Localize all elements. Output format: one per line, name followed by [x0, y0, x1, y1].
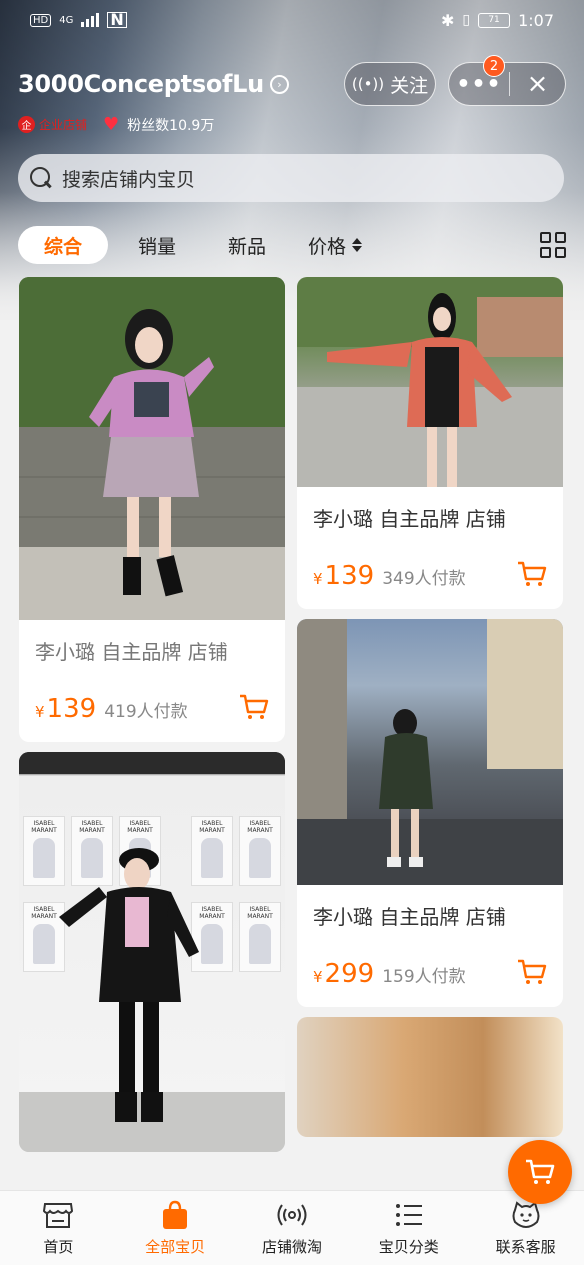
chevron-right-icon: ›	[269, 74, 289, 94]
model-photo	[297, 619, 563, 885]
status-bar: HD 4G N ✱ ▯ 71 1:07	[0, 0, 584, 40]
product-info: 李小璐 自主品牌 店铺 ¥ 139 419人付款	[19, 620, 285, 742]
product-card[interactable]: 李小璐 自主品牌 店铺 ¥ 139 419人付款	[19, 277, 285, 742]
search-placeholder: 搜索店铺内宝贝	[62, 168, 196, 191]
product-column-left: 李小璐 自主品牌 店铺 ¥ 139 419人付款 ISABEL MARANT I…	[19, 277, 285, 1162]
product-info: 李小璐 自主品牌 店铺 ¥ 299 159人付款	[297, 885, 563, 1007]
tab-price-label: 价格	[308, 235, 347, 258]
business-tag-label: 企业店铺	[39, 118, 88, 132]
signal-icon	[81, 13, 100, 27]
more-button[interactable]: •••	[449, 72, 509, 97]
sort-tabs: 综合 销量 新品 价格	[18, 224, 566, 266]
tab-price[interactable]: 价格	[308, 232, 363, 259]
broadcast-icon: ((•))	[351, 75, 385, 93]
add-to-cart-icon[interactable]	[517, 959, 547, 985]
sold-count: 419人付款	[104, 702, 188, 722]
product-title: 李小璐 自主品牌 店铺	[313, 905, 506, 929]
add-to-cart-icon[interactable]	[239, 694, 269, 720]
nav-label: 首页	[43, 1237, 74, 1256]
nav-label: 联系客服	[495, 1237, 556, 1256]
capsule-menu: ••• 2 ×	[448, 55, 566, 106]
tab-sales[interactable]: 销量	[138, 232, 176, 259]
product-column-right: 李小璐 自主品牌 店铺 ¥ 139 349人付款 李小璐 自主品牌 店铺 ¥ 2…	[297, 277, 563, 1147]
nav-label: 宝贝分类	[378, 1237, 439, 1256]
product-image[interactable]	[297, 1017, 563, 1137]
vibrate-icon: ▯	[462, 12, 471, 28]
heart-icon: ♥	[103, 114, 120, 135]
nav-customer-service[interactable]: 联系客服	[468, 1200, 584, 1257]
model-photo	[19, 277, 285, 620]
bottom-nav: 首页 全部宝贝 店铺微淘 宝贝分类 联系客服	[0, 1190, 584, 1265]
product-image[interactable]	[297, 277, 563, 487]
status-right: ✱ ▯ 71 1:07	[441, 11, 554, 30]
store-name: 3000ConceptsofLu	[18, 70, 264, 98]
close-button[interactable]: ×	[510, 69, 565, 99]
search-input[interactable]: 搜索店铺内宝贝	[18, 154, 564, 202]
shopping-bag-icon	[163, 1200, 188, 1229]
store-name-link[interactable]: 3000ConceptsofLu ›	[18, 70, 289, 98]
nfc-icon: N	[107, 12, 127, 28]
product-title: 李小璐 自主品牌 店铺	[35, 640, 228, 664]
fans-label: 粉丝数10.9万	[127, 117, 215, 134]
sold-count: 349人付款	[382, 569, 466, 589]
status-time: 1:07	[518, 10, 554, 30]
fans-count: ♥ 粉丝数10.9万	[103, 114, 214, 135]
broadcast-icon	[277, 1203, 307, 1226]
product-price: 299	[324, 959, 375, 989]
product-info: 李小璐 自主品牌 店铺 ¥ 139 349人付款	[297, 487, 563, 609]
add-to-cart-icon[interactable]	[517, 561, 547, 587]
product-image[interactable]: ISABEL MARANT ISABEL MARANT ISABEL MARAN…	[19, 752, 285, 1152]
nav-all-items[interactable]: 全部宝贝	[117, 1200, 233, 1257]
currency-symbol: ¥	[35, 703, 45, 721]
tab-new[interactable]: 新品	[228, 232, 266, 259]
product-card[interactable]	[297, 1017, 563, 1137]
hd-indicator: HD	[30, 13, 52, 27]
currency-symbol: ¥	[313, 968, 323, 986]
product-image[interactable]	[19, 277, 285, 620]
customer-service-icon	[512, 1200, 540, 1228]
product-price: 139	[324, 561, 375, 591]
product-card[interactable]: 李小璐 自主品牌 店铺 ¥ 139 349人付款	[297, 277, 563, 609]
battery-icon: 71	[478, 12, 511, 28]
nav-store-feed[interactable]: 店铺微淘	[234, 1200, 350, 1257]
store-header: 3000ConceptsofLu › ((•)) 关注 ••• 2 × 企 企业…	[18, 55, 566, 135]
store-icon	[43, 1202, 74, 1228]
network-type: 4G	[59, 14, 74, 26]
nav-categories[interactable]: 宝贝分类	[351, 1200, 467, 1257]
model-photo	[297, 277, 563, 487]
product-title: 李小璐 自主品牌 店铺	[313, 507, 506, 531]
product-card[interactable]: 李小璐 自主品牌 店铺 ¥ 299 159人付款	[297, 619, 563, 1007]
nav-label: 店铺微淘	[261, 1237, 322, 1256]
currency-symbol: ¥	[313, 570, 323, 588]
search-icon	[30, 167, 52, 189]
floating-cart-button[interactable]	[508, 1140, 572, 1204]
enterprise-icon: 企	[18, 116, 35, 133]
follow-label: 关注	[390, 74, 429, 97]
product-card[interactable]: ISABEL MARANT ISABEL MARANT ISABEL MARAN…	[19, 752, 285, 1152]
bluetooth-icon: ✱	[440, 10, 455, 30]
notification-badge: 2	[483, 55, 505, 77]
sort-arrows-icon	[352, 238, 363, 252]
business-tag: 企 企业店铺	[18, 116, 87, 133]
status-left: HD 4G N	[30, 12, 127, 28]
cart-icon	[526, 1159, 555, 1184]
follow-button[interactable]: ((•)) 关注	[344, 62, 436, 106]
grid-view-icon[interactable]	[540, 232, 566, 258]
product-image[interactable]	[297, 619, 563, 885]
nav-label: 全部宝贝	[145, 1237, 206, 1256]
tab-comprehensive[interactable]: 综合	[18, 226, 108, 264]
model-figure	[59, 848, 199, 1122]
sold-count: 159人付款	[382, 967, 466, 987]
category-list-icon	[395, 1203, 422, 1226]
nav-home[interactable]: 首页	[0, 1200, 116, 1257]
product-price: 139	[46, 694, 97, 724]
